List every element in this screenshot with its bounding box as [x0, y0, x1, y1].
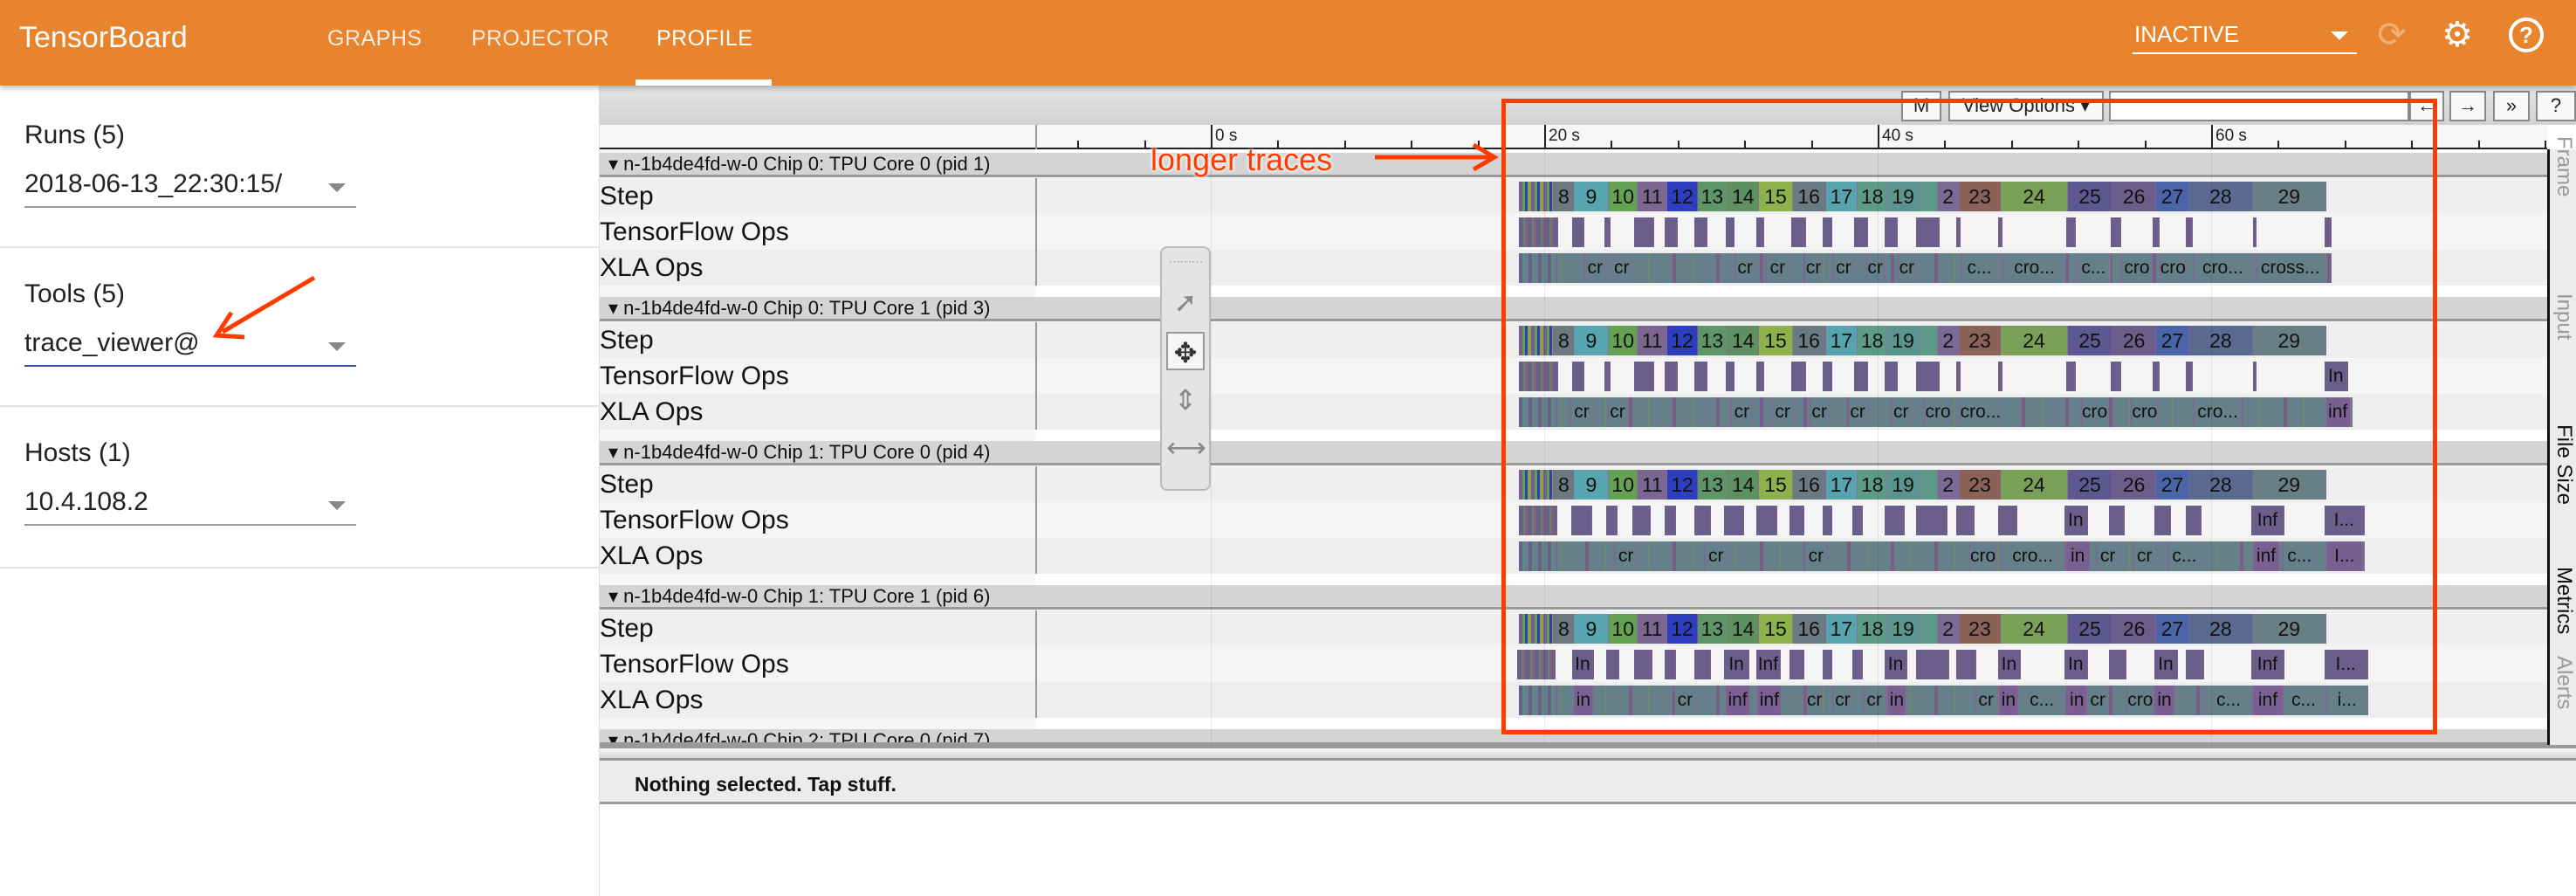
side-tab-file-size[interactable]: File Size	[2552, 424, 2576, 505]
tools-value: trace_viewer@	[24, 328, 200, 357]
label-column-divider	[1035, 214, 1037, 250]
hosts-value: 10.4.108.2	[24, 487, 148, 516]
tools-title: Tools (5)	[24, 279, 126, 308]
refresh-icon[interactable]: ⟳	[2373, 16, 2411, 54]
runs-value: 2018-06-13_22:30:15/	[24, 169, 283, 198]
track-label: Step	[600, 614, 654, 643]
track-label: TensorFlow Ops	[600, 650, 789, 679]
tool-palette[interactable]: ⋯⋯⋯ ➚ ✥ ⇕ ⟷	[1160, 246, 1211, 491]
chevron-down-icon	[2331, 31, 2348, 40]
label-column-divider	[1035, 394, 1037, 430]
annotation-box	[1501, 99, 2437, 734]
drag-handle-icon[interactable]: ⋯⋯⋯	[1166, 252, 1205, 271]
track-label: XLA Ops	[600, 541, 704, 570]
ruler-minor-tick	[1077, 141, 1080, 149]
divider	[0, 405, 600, 407]
grid-line	[1211, 149, 1212, 745]
selection-panel: Nothing selected. Tap stuff.	[600, 745, 2576, 804]
panel-resize-handle[interactable]	[600, 748, 2576, 761]
app-title[interactable]: TensorBoard	[19, 21, 188, 55]
track-label: TensorFlow Ops	[600, 217, 789, 246]
annotation-label: longer traces	[1151, 141, 1333, 177]
selection-status: Nothing selected. Tap stuff.	[635, 773, 896, 796]
status-dropdown[interactable]: INACTIVE	[2133, 14, 2357, 54]
chevron-down-icon	[328, 501, 346, 510]
runs-select[interactable]: 2018-06-13_22:30:15/	[24, 169, 356, 208]
svg-text:?: ?	[2519, 22, 2533, 48]
help-button[interactable]: ?	[2536, 91, 2576, 121]
label-column-divider	[1035, 178, 1037, 214]
tab-graphs[interactable]: GRAPHS	[327, 26, 422, 52]
label-column-divider	[1035, 322, 1037, 358]
help-icon[interactable]: ?	[2507, 16, 2545, 54]
pan-tool-icon[interactable]: ✥	[1166, 332, 1205, 370]
timing-tool-icon[interactable]: ⟷	[1166, 428, 1206, 466]
annotation-arrow-icon	[212, 275, 316, 340]
tab-projector[interactable]: PROJECTOR	[471, 26, 609, 52]
track-label: Step	[600, 182, 654, 210]
label-column-divider	[1035, 682, 1037, 718]
divider	[0, 246, 600, 248]
side-tab-metrics[interactable]: Metrics	[2552, 567, 2576, 634]
next-button[interactable]: →	[2449, 91, 2486, 121]
divider	[0, 567, 600, 569]
settings-gear-icon[interactable]: ⚙	[2438, 16, 2476, 54]
more-button[interactable]: »	[2493, 91, 2530, 121]
chevron-down-icon	[328, 183, 346, 192]
select-cursor-icon[interactable]: ➚	[1166, 283, 1205, 321]
label-column-divider	[1035, 646, 1037, 682]
track-label: Step	[600, 326, 654, 355]
annotation-arrow-icon	[1375, 142, 1499, 172]
hosts-select[interactable]: 10.4.108.2	[24, 487, 356, 526]
label-column-divider	[1035, 358, 1037, 394]
ruler-minor-tick	[2545, 141, 2546, 149]
label-column-divider	[1035, 610, 1037, 646]
track-label: XLA Ops	[600, 253, 704, 282]
track-label: XLA Ops	[600, 686, 704, 714]
sidebar: Runs (5) 2018-06-13_22:30:15/ Tools (5) …	[0, 86, 600, 896]
track-label: TensorFlow Ops	[600, 362, 789, 390]
side-tab-frame[interactable]: Frame	[2552, 136, 2576, 196]
label-column-divider	[1035, 125, 1037, 149]
active-tab-indicator	[635, 79, 772, 86]
zoom-tool-icon[interactable]: ⇕	[1166, 381, 1205, 419]
track-label: XLA Ops	[600, 397, 704, 426]
app-header: TensorBoard GRAPHS PROJECTOR PROFILE INA…	[0, 0, 2576, 86]
label-column-divider	[1035, 250, 1037, 286]
ruler-minor-tick	[2477, 141, 2480, 149]
hosts-title: Hosts (1)	[24, 438, 131, 467]
label-column-divider	[1035, 538, 1037, 574]
runs-title: Runs (5)	[24, 121, 126, 149]
side-tab-input[interactable]: Input	[2552, 293, 2576, 340]
track-label: TensorFlow Ops	[600, 506, 789, 534]
ruler-minor-tick	[1343, 141, 1346, 149]
status-value: INACTIVE	[2134, 21, 2239, 47]
side-tabs: Frame Input File Size Metrics Alerts	[2547, 136, 2576, 748]
track-label: Step	[600, 470, 654, 499]
label-column-divider	[1035, 502, 1037, 538]
ruler-minor-tick	[1144, 141, 1146, 149]
side-tab-alerts[interactable]: Alerts	[2552, 656, 2576, 709]
label-column-divider	[1035, 466, 1037, 502]
tab-profile[interactable]: PROFILE	[656, 26, 752, 52]
